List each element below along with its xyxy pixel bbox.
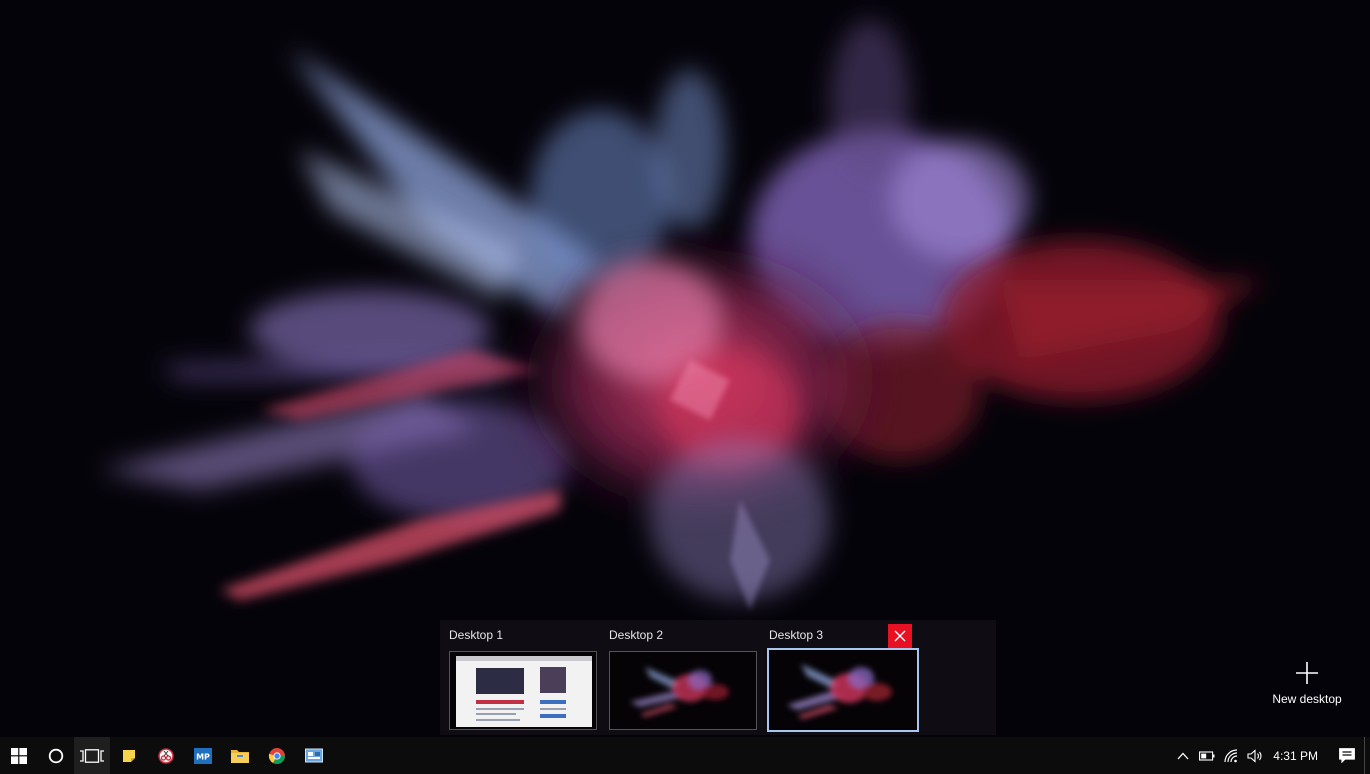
desktop-2-item[interactable]: Desktop 2 [600, 620, 757, 735]
mp-app-button[interactable]: MP [184, 737, 221, 774]
desktop-3-item[interactable]: Desktop 3 [760, 620, 919, 735]
plus-icon [1296, 662, 1318, 684]
browser-window-preview [456, 656, 592, 727]
sticky-notes-button[interactable] [110, 737, 147, 774]
cortana-button[interactable] [37, 737, 74, 774]
desktop-1-item[interactable]: Desktop 1 [440, 620, 597, 735]
volume-button[interactable] [1243, 737, 1267, 774]
new-desktop-button[interactable]: New desktop [1262, 660, 1352, 710]
chrome-icon [268, 747, 285, 764]
notifications-icon [1339, 748, 1355, 763]
desktop-2-label: Desktop 2 [609, 628, 664, 642]
snipping-tool-button[interactable] [147, 737, 184, 774]
chrome-button[interactable] [258, 737, 295, 774]
mp-app-text: MP [196, 752, 210, 761]
taskbar: MP 4:31 PM [0, 737, 1370, 774]
start-button[interactable] [0, 737, 37, 774]
control-panel-icon [304, 748, 323, 762]
close-icon [894, 630, 906, 642]
task-view-icon [80, 748, 104, 763]
chevron-up-icon [1177, 752, 1189, 759]
wallpaper-preview [769, 650, 917, 730]
close-desktop-button[interactable] [888, 624, 912, 648]
show-desktop-button[interactable] [1364, 737, 1370, 774]
snipping-tool-icon [157, 747, 174, 764]
show-hidden-icons-button[interactable] [1171, 737, 1195, 774]
network-button[interactable] [1219, 737, 1243, 774]
task-view-button[interactable] [74, 737, 110, 774]
desktop-1-label: Desktop 1 [449, 628, 504, 642]
cortana-circle-icon [48, 748, 63, 763]
battery-button[interactable] [1195, 737, 1219, 774]
action-center-button[interactable] [1330, 737, 1364, 774]
mp-app-icon: MP [193, 747, 212, 764]
file-explorer-button[interactable] [221, 737, 258, 774]
virtual-desktops-strip: Desktop 1 Desktop 2 Desktop 3 [440, 620, 996, 735]
folder-icon [230, 750, 249, 763]
desktop-3-label: Desktop 3 [769, 628, 824, 642]
windows-logo-icon [10, 747, 27, 764]
battery-icon [1199, 750, 1215, 761]
sticky-notes-icon [122, 749, 135, 762]
system-clock[interactable]: 4:31 PM [1267, 749, 1330, 763]
control-panel-button[interactable] [295, 737, 332, 774]
wallpaper-preview [610, 652, 756, 729]
desktop-1-thumbnail[interactable] [449, 651, 597, 730]
new-desktop-label: New desktop [1272, 692, 1342, 706]
speaker-icon [1247, 748, 1262, 763]
desktop-2-thumbnail[interactable] [609, 651, 757, 730]
wifi-icon [1224, 748, 1238, 762]
desktop-3-thumbnail[interactable] [767, 648, 919, 732]
